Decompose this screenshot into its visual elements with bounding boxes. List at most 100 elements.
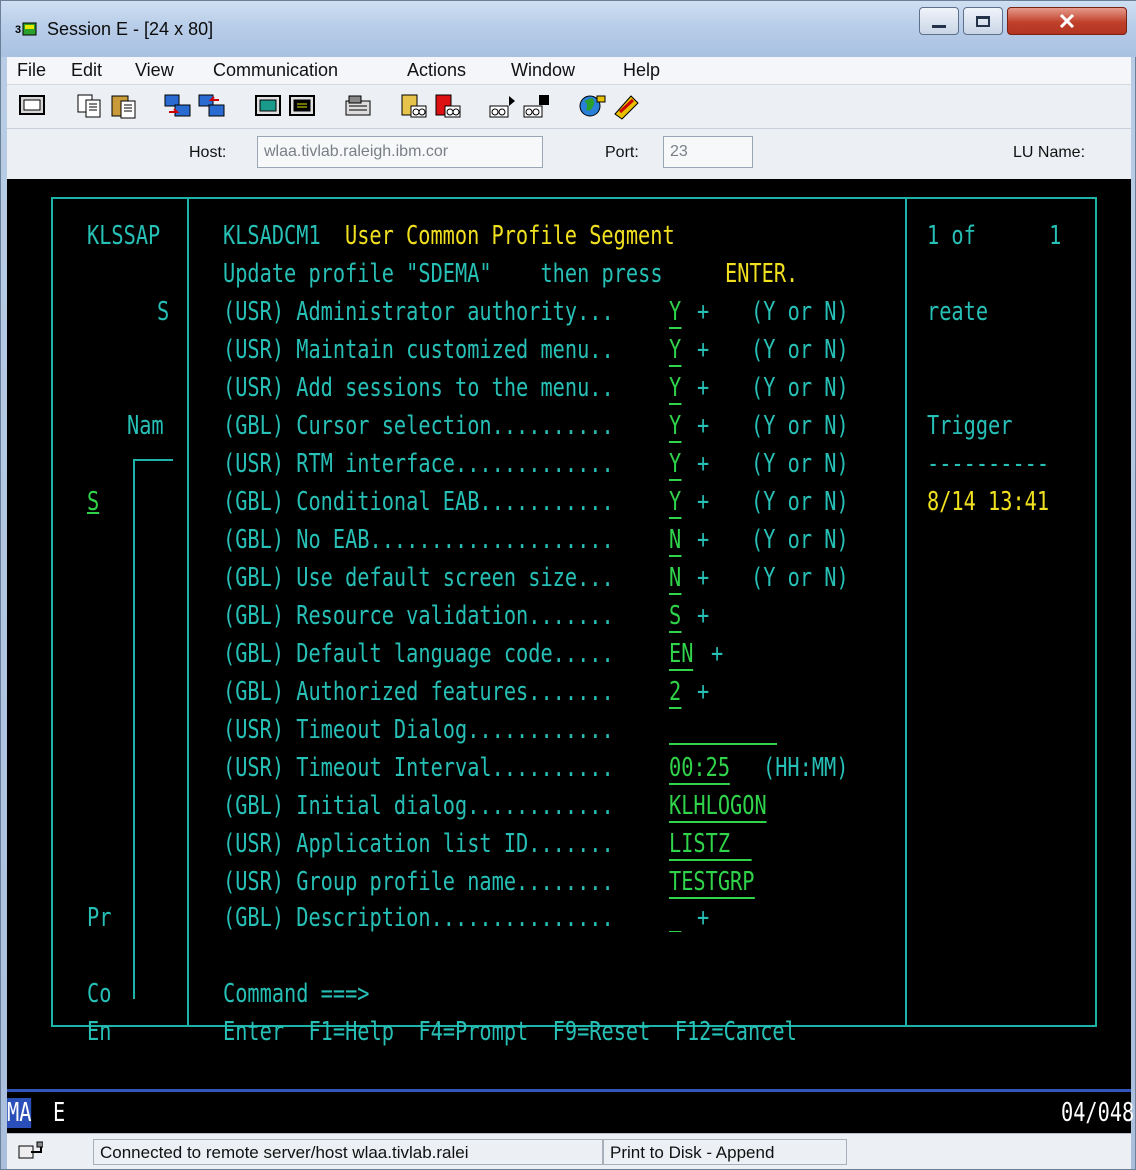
field-value-cursor-selection[interactable]: Y xyxy=(669,411,682,443)
connection-bar: Host: wlaa.tivlab.raleigh.ibm.cor Port: … xyxy=(7,129,1131,179)
field-label-group-profile: (USR) Group profile name........ xyxy=(223,867,614,897)
field-hint-maintain-menu: (Y or N) xyxy=(751,335,849,365)
inner-box-top xyxy=(133,459,173,461)
field-prompt-cursor-selection: + xyxy=(697,411,710,441)
macro-stop-icon[interactable] xyxy=(433,92,463,120)
macro-save-icon[interactable] xyxy=(521,92,551,120)
minimize-button[interactable] xyxy=(919,7,959,35)
panel-id: KLSSAP xyxy=(87,221,161,251)
menu-view[interactable]: View xyxy=(135,60,174,81)
menu-communication[interactable]: Communication xyxy=(213,60,338,81)
field-value-no-eab[interactable]: N xyxy=(669,525,682,557)
field-value-authorized-features[interactable]: 2 xyxy=(669,677,682,709)
field-value-rtm-interface[interactable]: Y xyxy=(669,449,682,481)
maximize-button[interactable] xyxy=(963,7,1003,35)
field-value-timeout-interval[interactable]: 00:25 xyxy=(669,753,731,785)
title-bar[interactable]: 3 Session E - [24 x 80] xyxy=(1,1,1136,57)
panel-reate-text: reate xyxy=(927,297,989,327)
field-hint-no-eab: (Y or N) xyxy=(751,525,849,555)
field-prompt-add-sessions: + xyxy=(697,373,710,403)
globe-icon[interactable] xyxy=(577,92,607,120)
field-label-admin-authority: (USR) Administrator authority... xyxy=(223,297,614,327)
dialog-border-right xyxy=(905,197,907,1027)
dialog-enter-key: ENTER. xyxy=(725,259,799,289)
menu-edit[interactable]: Edit xyxy=(71,60,102,81)
session-app-icon: 3 xyxy=(15,22,37,36)
field-hint-rtm-interface: (Y or N) xyxy=(751,449,849,479)
field-prompt-resource-validation: + xyxy=(697,601,710,631)
copy-icon[interactable] xyxy=(75,92,105,120)
field-value-add-sessions[interactable]: Y xyxy=(669,373,682,405)
panel-s-label: S xyxy=(157,297,170,327)
field-value-language-code[interactable]: EN xyxy=(669,639,694,671)
oia-e-indicator: E xyxy=(53,1098,66,1128)
field-prompt-no-eab: + xyxy=(697,525,710,555)
menu-help[interactable]: Help xyxy=(623,60,660,81)
menu-window[interactable]: Window xyxy=(511,60,575,81)
field-value-maintain-menu[interactable]: Y xyxy=(669,335,682,367)
command-line-label: Command ===> xyxy=(223,979,370,1009)
menu-actions[interactable]: Actions xyxy=(407,60,466,81)
function-keys: Enter F1=Help F4=Prompt F9=Reset F12=Can… xyxy=(223,1017,797,1047)
field-prompt-description: + xyxy=(697,903,710,933)
page-indicator: 1 of 1 xyxy=(927,221,1062,251)
minimize-icon xyxy=(932,24,946,28)
trigger-divider: ---------- xyxy=(927,449,1050,479)
screen-icon[interactable] xyxy=(17,92,47,120)
field-hint-conditional-eab: (Y or N) xyxy=(751,487,849,517)
field-prompt-admin-authority: + xyxy=(697,297,710,327)
terminal-screen[interactable]: KLSSAP S Nam S Pr Co En 1 of 1 reate Tri… xyxy=(7,179,1131,1089)
field-label-default-screen-size: (GBL) Use default screen size... xyxy=(223,563,614,593)
panel-en-label: En xyxy=(87,1017,112,1047)
port-label: Port: xyxy=(605,144,639,161)
window-title: Session E - [24 x 80] xyxy=(47,19,214,39)
trigger-header: Trigger xyxy=(927,411,1013,441)
macro-play-icon[interactable] xyxy=(487,92,517,120)
dialog-border-left xyxy=(187,197,189,1027)
panel-co-label: Co xyxy=(87,979,112,1009)
field-prompt-authorized-features: + xyxy=(697,677,710,707)
field-hint-default-screen-size: (Y or N) xyxy=(751,563,849,593)
field-value-admin-authority[interactable]: Y xyxy=(669,297,682,329)
field-hint-admin-authority: (Y or N) xyxy=(751,297,849,327)
host-field[interactable]: wlaa.tivlab.raleigh.ibm.cor xyxy=(257,136,543,168)
keyboard-icon[interactable] xyxy=(343,92,373,120)
dialog-title: User Common Profile Segment xyxy=(345,221,675,251)
oia-ma-indicator: MA xyxy=(7,1098,32,1128)
print-status-text: Print to Disk - Append xyxy=(603,1139,847,1165)
field-value-default-screen-size[interactable]: N xyxy=(669,563,682,595)
field-value-application-list[interactable]: LISTZ xyxy=(669,829,752,861)
field-label-language-code: (GBL) Default language code..... xyxy=(223,639,614,669)
session-window: 3 Session E - [24 x 80] File Edit View C… xyxy=(0,0,1136,1170)
send-icon[interactable] xyxy=(163,92,193,120)
status-bar: Connected to remote server/host wlaa.tiv… xyxy=(7,1133,1131,1169)
field-value-group-profile[interactable]: TESTGRP xyxy=(669,867,755,899)
port-field[interactable]: 23 xyxy=(663,136,753,168)
field-hint-cursor-selection: (Y or N) xyxy=(751,411,849,441)
field-value-resource-validation[interactable]: S xyxy=(669,601,682,633)
host-label: Host: xyxy=(189,144,227,161)
paste-icon[interactable] xyxy=(109,92,139,120)
display-icon[interactable] xyxy=(253,92,283,120)
display2-icon[interactable] xyxy=(287,92,317,120)
menu-file[interactable]: File xyxy=(17,60,46,81)
toolbar xyxy=(7,85,1131,129)
field-label-timeout-interval: (USR) Timeout Interval.......... xyxy=(223,753,614,783)
field-value-description[interactable]: _ xyxy=(669,903,681,933)
field-hint-add-sessions: (Y or N) xyxy=(751,373,849,403)
panel-selection-field[interactable]: S xyxy=(87,487,99,517)
field-value-conditional-eab[interactable]: Y xyxy=(669,487,682,519)
field-hint-timeout-interval: (HH:MM) xyxy=(763,753,849,783)
help-icon[interactable] xyxy=(611,92,641,120)
field-prompt-default-screen-size: + xyxy=(697,563,710,593)
maximize-icon xyxy=(976,15,990,27)
field-label-application-list: (USR) Application list ID....... xyxy=(223,829,614,859)
field-label-authorized-features: (GBL) Authorized features....... xyxy=(223,677,614,707)
field-label-add-sessions: (USR) Add sessions to the menu.. xyxy=(223,373,614,403)
macro-record-icon[interactable] xyxy=(399,92,429,120)
field-value-initial-dialog[interactable]: KLHLOGON xyxy=(669,791,767,823)
receive-icon[interactable] xyxy=(197,92,227,120)
field-value-timeout-dialog[interactable] xyxy=(669,743,777,745)
field-label-timeout-dialog: (USR) Timeout Dialog............ xyxy=(223,715,614,745)
close-button[interactable] xyxy=(1007,7,1127,35)
